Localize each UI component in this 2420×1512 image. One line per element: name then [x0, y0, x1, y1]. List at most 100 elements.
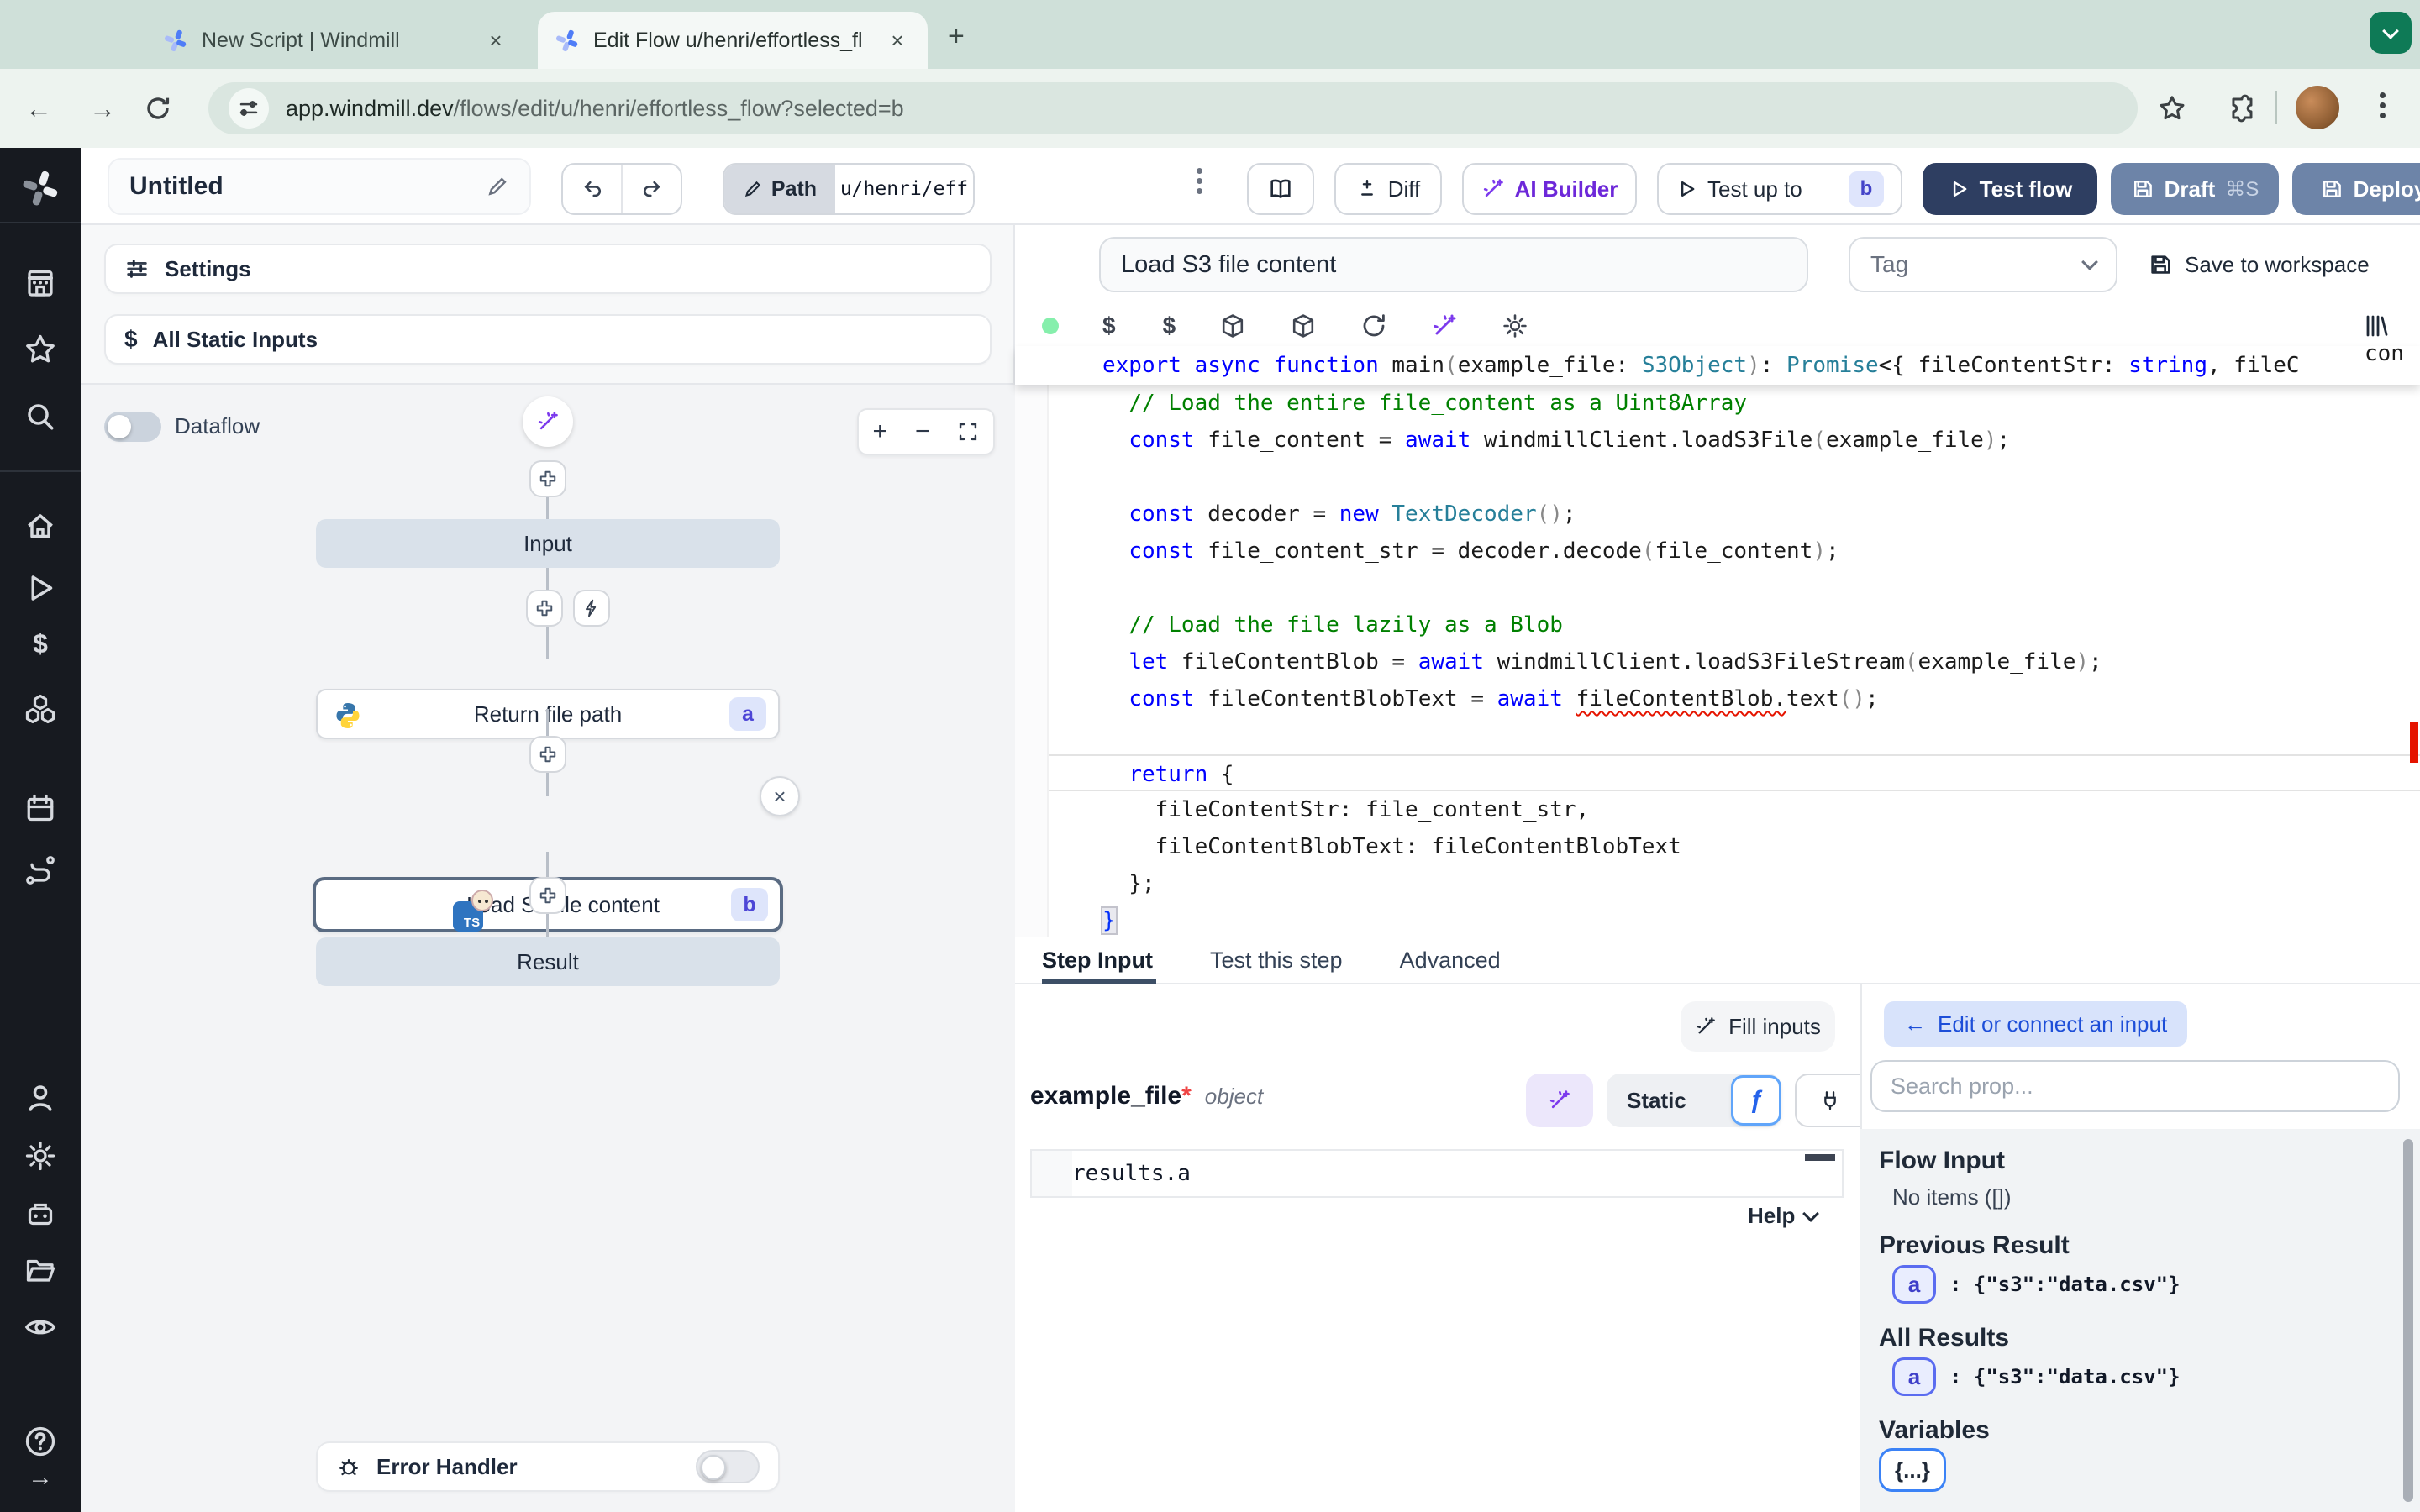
draft-button[interactable]: Draft ⌘S: [2111, 163, 2279, 215]
undo-button[interactable]: [563, 165, 623, 213]
browser-tab-inactive[interactable]: New Script | Windmill ×: [146, 12, 526, 69]
tab-close-icon[interactable]: ×: [482, 27, 509, 54]
package-icon[interactable]: [1290, 312, 1317, 339]
schedules-calendar-icon[interactable]: [24, 791, 57, 825]
refresh-icon[interactable]: [1360, 312, 1387, 339]
package-icon[interactable]: [1219, 312, 1246, 339]
site-settings-icon[interactable]: [229, 88, 269, 129]
flow-node-input[interactable]: Input: [316, 519, 780, 568]
settings-gear-icon[interactable]: [24, 1139, 57, 1173]
diff-button[interactable]: Diff: [1334, 163, 1442, 215]
add-trigger-button[interactable]: [573, 590, 610, 627]
test-up-to-button[interactable]: Test up to b: [1657, 163, 1902, 215]
scrollbar-thumb[interactable]: [1805, 1154, 1835, 1161]
node-id-badge: b: [731, 888, 768, 921]
ai-wand-icon[interactable]: [1431, 312, 1458, 339]
back-icon[interactable]: ←: [13, 93, 64, 124]
remove-step-button[interactable]: ×: [760, 776, 800, 816]
favorites-star-icon[interactable]: [24, 333, 57, 366]
redo-icon: [640, 177, 664, 201]
previous-result-row[interactable]: a : {"s3":"data.csv"}: [1892, 1265, 2181, 1304]
user-icon[interactable]: [24, 1082, 57, 1116]
gear-icon[interactable]: [1502, 312, 1528, 339]
library-icon[interactable]: [2363, 312, 2390, 339]
add-step-button[interactable]: [529, 460, 566, 497]
routes-icon[interactable]: [24, 853, 57, 887]
help-icon[interactable]: [24, 1425, 57, 1458]
tab-step-input[interactable]: Step Input: [1042, 948, 1153, 974]
node-label: Result: [517, 949, 579, 975]
tab-test-this-step[interactable]: Test this step: [1210, 948, 1343, 974]
static-label: Static: [1627, 1088, 1686, 1114]
variables-badge[interactable]: {...}: [1879, 1448, 1946, 1492]
ai-fill-button[interactable]: [1526, 1074, 1593, 1127]
error-handler-toggle[interactable]: [696, 1450, 760, 1483]
save-to-workspace-button[interactable]: Save to workspace: [2148, 237, 2370, 292]
address-bar[interactable]: app.windmill.dev/flows/edit/u/henri/effo…: [208, 82, 2138, 134]
new-tab-button[interactable]: +: [948, 20, 965, 53]
pencil-icon[interactable]: [486, 175, 509, 198]
flow-edge: [546, 627, 549, 659]
result-badge-a[interactable]: a: [1892, 1265, 1936, 1304]
resources-dollar-icon[interactable]: $: [1163, 312, 1176, 339]
result-badge-a[interactable]: a: [1892, 1357, 1936, 1396]
home-icon[interactable]: [24, 509, 57, 543]
path-value[interactable]: u/henri/eff: [835, 165, 973, 213]
reload-icon[interactable]: [145, 95, 171, 122]
tag-select[interactable]: Tag: [1849, 237, 2118, 292]
workers-robot-icon[interactable]: [24, 1196, 57, 1230]
extensions-puzzle-icon[interactable]: [2228, 94, 2257, 123]
search-prop-input[interactable]: [1870, 1060, 2400, 1112]
redo-button[interactable]: [623, 165, 681, 213]
step-title-input[interactable]: Load S3 file content: [1099, 237, 1808, 292]
docs-book-button[interactable]: [1247, 163, 1314, 215]
runs-play-icon[interactable]: [24, 571, 57, 605]
tab-close-icon[interactable]: ×: [884, 27, 911, 54]
field-header: example_file* object: [1030, 1082, 1263, 1110]
fill-inputs-button[interactable]: Fill inputs: [1681, 1001, 1835, 1052]
folders-icon[interactable]: [24, 1253, 57, 1287]
expression-editor[interactable]: results.a: [1030, 1149, 1844, 1198]
flow-node-result[interactable]: Result: [316, 937, 780, 986]
fit-view-icon[interactable]: [957, 421, 979, 443]
forward-icon[interactable]: →: [77, 93, 128, 124]
deploy-button[interactable]: Deploy: [2292, 163, 2420, 215]
zoom-out-icon[interactable]: −: [915, 417, 930, 446]
windmill-logo[interactable]: [20, 168, 60, 208]
add-step-button[interactable]: [529, 736, 566, 773]
static-mode-toggle[interactable]: Static ƒ: [1607, 1074, 1781, 1127]
ai-builder-button[interactable]: AI Builder: [1462, 163, 1637, 215]
more-options-icon[interactable]: [1197, 178, 1202, 184]
tab-advanced[interactable]: Advanced: [1400, 948, 1501, 974]
flow-name-field[interactable]: Untitled: [108, 158, 531, 215]
dataflow-toggle[interactable]: [104, 412, 161, 442]
add-step-button[interactable]: [526, 590, 563, 627]
bookmark-star-icon[interactable]: [2158, 94, 2186, 123]
collapse-arrow-icon[interactable]: →: [24, 1463, 57, 1492]
expression-mode-button[interactable]: ƒ: [1731, 1075, 1781, 1126]
all-static-inputs-button[interactable]: $ All Static Inputs: [104, 314, 992, 365]
help-toggle[interactable]: Help: [1748, 1203, 1817, 1229]
flow-input-empty: No items ([]): [1892, 1184, 2012, 1210]
zoom-in-icon[interactable]: +: [872, 417, 887, 446]
variables-dollar-icon[interactable]: $: [1102, 312, 1116, 339]
ai-wand-button[interactable]: [523, 396, 573, 447]
all-results-row[interactable]: a : {"s3":"data.csv"}: [1892, 1357, 2181, 1396]
profile-avatar[interactable]: [2296, 86, 2339, 129]
code-lines[interactable]: // Load the entire file_content as a Uin…: [1015, 385, 2420, 939]
edit-or-connect-button[interactable]: ← Edit or connect an input: [1884, 1001, 2187, 1047]
path-button[interactable]: Path: [724, 165, 835, 213]
kiosk-icon[interactable]: [24, 265, 57, 299]
variables-dollar-icon[interactable]: $: [24, 628, 57, 659]
test-flow-button[interactable]: Test flow: [1923, 163, 2097, 215]
search-icon[interactable]: [24, 400, 57, 433]
flow-settings-button[interactable]: Settings: [104, 244, 992, 294]
tab-search-button[interactable]: [2370, 12, 2412, 54]
audit-eye-icon[interactable]: [24, 1310, 57, 1344]
browser-menu-icon[interactable]: [2380, 102, 2386, 108]
browser-tab-active[interactable]: Edit Flow u/henri/effortless_fl ×: [538, 12, 928, 69]
error-handler-row[interactable]: Error Handler: [316, 1441, 780, 1492]
scrollbar-thumb[interactable]: [2403, 1139, 2413, 1502]
add-step-button[interactable]: [529, 877, 566, 914]
resources-cubes-icon[interactable]: [24, 692, 57, 726]
